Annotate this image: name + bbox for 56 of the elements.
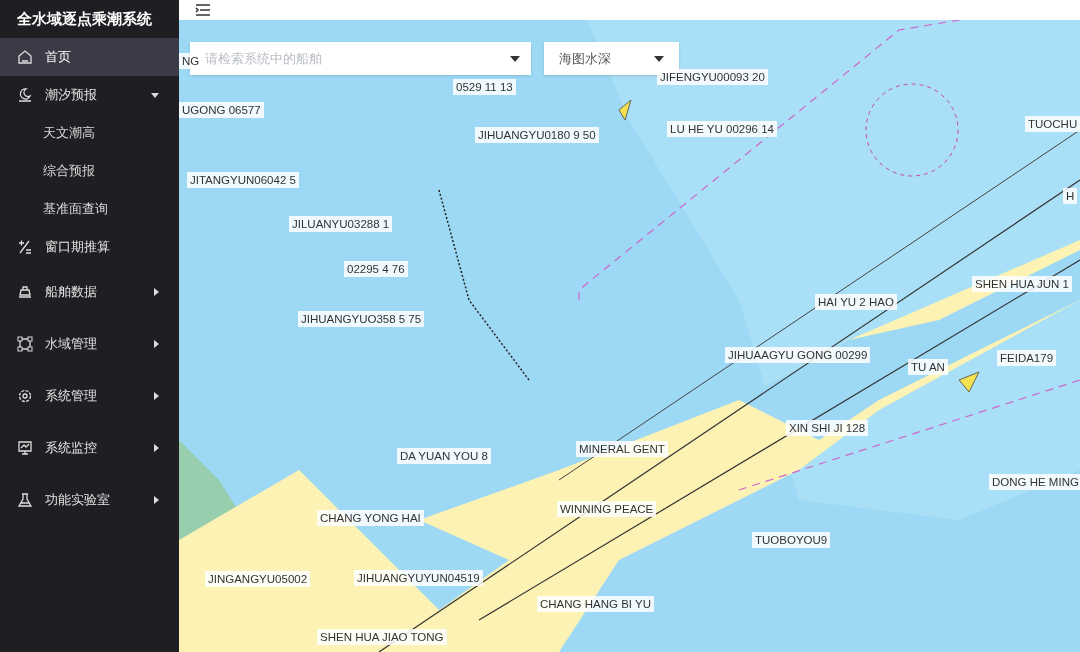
ship-label[interactable]: JINGANGYU05002 bbox=[205, 571, 311, 587]
caret-icon bbox=[151, 92, 159, 98]
ship-label[interactable]: JIHUAAGYU GONG 00299 bbox=[725, 347, 871, 363]
ship-label[interactable]: SHEN HUA JIAO TONG bbox=[317, 629, 447, 645]
ship-label[interactable]: JIHUANGYU0180 9 50 bbox=[475, 127, 599, 143]
ship-label[interactable]: JIHUANGYUYUN04519 bbox=[354, 570, 483, 586]
ship-label[interactable]: JILUANYU03288 1 bbox=[289, 216, 393, 232]
caret-icon bbox=[154, 340, 159, 348]
flask-icon bbox=[17, 492, 33, 508]
caret-icon bbox=[154, 392, 159, 400]
sidebar-item[interactable]: 水域管理 bbox=[0, 318, 179, 370]
ship-label[interactable]: XIN SHI JI 128 bbox=[786, 420, 869, 436]
ship-label[interactable]: DA YUAN YOU 8 bbox=[397, 448, 491, 464]
settings-icon bbox=[17, 388, 33, 404]
ship-label[interactable]: SHEN HUA JUN 1 bbox=[972, 276, 1072, 292]
submenu-item[interactable]: 天文潮高 bbox=[0, 114, 179, 152]
sidebar-item[interactable]: 功能实验室 bbox=[0, 474, 179, 526]
caret-icon bbox=[154, 288, 159, 296]
ship-label[interactable]: WINNING PEACE bbox=[557, 501, 657, 517]
ship-label[interactable]: JIFENGYU00093 20 bbox=[657, 69, 768, 85]
ship-label[interactable]: DONG HE MING bbox=[989, 474, 1080, 490]
caret-icon bbox=[154, 444, 159, 452]
ship-label[interactable]: LU HE YU 00296 14 bbox=[667, 121, 777, 137]
ship-label[interactable]: CHANG HANG BI YU bbox=[537, 596, 654, 612]
ship-label[interactable]: JITANGYUN06042 5 bbox=[187, 172, 299, 188]
caret-icon bbox=[510, 56, 520, 62]
app-title: 全水域逐点乘潮系统 bbox=[16, 8, 153, 30]
ship-label[interactable]: JIHUANGYUO358 5 75 bbox=[298, 311, 425, 327]
ship-label[interactable]: TUOCHU bbox=[1025, 116, 1080, 132]
ship-label[interactable]: HAI YU 2 HAO bbox=[815, 294, 897, 310]
ship-label[interactable]: TUOBOYOU9 bbox=[752, 532, 831, 548]
sidebar-item[interactable]: 潮汐预报 bbox=[0, 76, 179, 114]
moon-icon bbox=[17, 87, 33, 103]
ship-label[interactable]: UGONG 06577 bbox=[179, 102, 264, 118]
ship-icon bbox=[17, 284, 33, 300]
submenu-item[interactable]: 基准面查询 bbox=[0, 190, 179, 228]
sidebar-item[interactable]: 系统管理 bbox=[0, 370, 179, 422]
submenu-item[interactable]: 综合预报 bbox=[0, 152, 179, 190]
caret-icon bbox=[154, 496, 159, 504]
ship-label[interactable]: TU AN bbox=[908, 359, 948, 375]
ship-label[interactable]: 0529 11 13 bbox=[453, 79, 516, 95]
sidebar-item[interactable]: 系统监控 bbox=[0, 422, 179, 474]
square-nodes-icon bbox=[17, 336, 33, 352]
ship-label[interactable]: H bbox=[1063, 188, 1078, 204]
calculator-icon bbox=[17, 239, 33, 255]
sidebar-item[interactable]: 首页 bbox=[0, 38, 179, 76]
ship-label[interactable]: 02295 4 76 bbox=[344, 261, 408, 277]
sidebar-item[interactable]: 窗口期推算 bbox=[0, 228, 179, 266]
ship-label[interactable]: MINERAL GENT bbox=[576, 441, 668, 457]
caret-icon bbox=[654, 55, 664, 62]
ship-label[interactable]: FEIDA179 bbox=[997, 350, 1057, 366]
sidebar-item[interactable]: 船舶数据 bbox=[0, 266, 179, 318]
monitor-icon bbox=[17, 440, 33, 456]
ship-label[interactable]: CHANG YONG HAI bbox=[317, 510, 424, 526]
home-icon bbox=[17, 49, 33, 65]
menu-icon[interactable] bbox=[195, 3, 211, 17]
